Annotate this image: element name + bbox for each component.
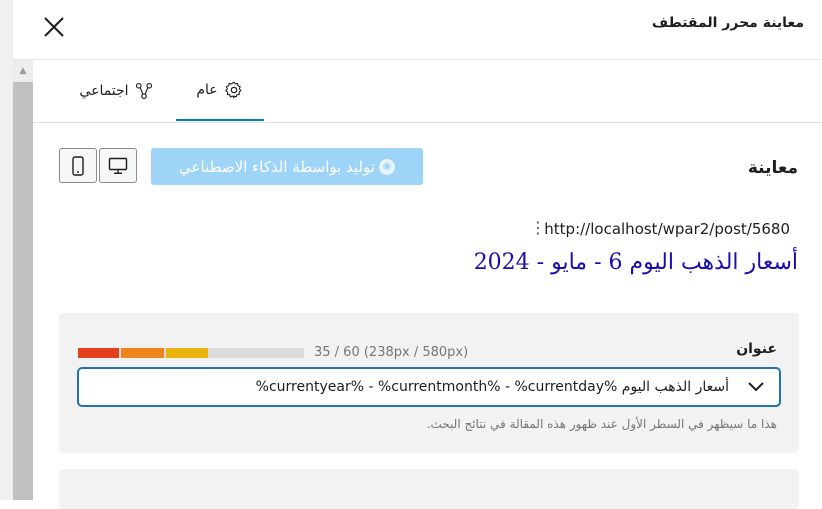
title-input-value: أسعار الذهب اليوم %currentyear% - %curre… bbox=[255, 379, 729, 395]
desktop-icon bbox=[108, 157, 128, 174]
mobile-preview-button[interactable] bbox=[59, 148, 97, 183]
gear-icon bbox=[224, 81, 242, 98]
variables-dropdown-button[interactable] bbox=[747, 379, 765, 395]
title-field-section: عنوان 35 / 60 (238px / 580px) أسعار الذه… bbox=[59, 313, 799, 453]
panel-title: معاينة محرر المقتطف bbox=[651, 15, 804, 31]
close-icon bbox=[44, 17, 64, 37]
title-help-text: هذا ما سيظهر في السطر الأول عند ظهور هذه… bbox=[426, 417, 777, 431]
title-length-counter: 35 / 60 (238px / 580px) bbox=[314, 345, 469, 360]
close-button[interactable] bbox=[39, 12, 69, 42]
meter-segment-orange bbox=[121, 348, 164, 358]
chevron-down-icon bbox=[748, 382, 764, 392]
tab-bar: عام اجتماعي bbox=[33, 60, 822, 123]
device-toggle bbox=[59, 148, 137, 183]
title-input[interactable]: أسعار الذهب اليوم %currentyear% - %curre… bbox=[77, 367, 781, 407]
ai-generate-button[interactable]: ◉ توليد بواسطة الذكاء الاصطناعي bbox=[151, 148, 423, 185]
tab-general[interactable]: عام bbox=[176, 60, 264, 121]
preview-url: http://localhost/wpar2/post/5680 bbox=[544, 220, 790, 238]
mobile-icon bbox=[72, 155, 84, 176]
ai-generate-label: توليد بواسطة الذكاء الاصطناعي bbox=[179, 157, 375, 176]
ai-icon: ◉ bbox=[378, 158, 395, 175]
scrollbar-thumb[interactable] bbox=[13, 82, 33, 500]
meter-segment-yellow bbox=[166, 348, 208, 358]
tab-social[interactable]: اجتماعي bbox=[71, 60, 161, 121]
scroll-up-icon[interactable]: ▲ bbox=[18, 66, 28, 76]
preview-title: أسعار الذهب اليوم 6 - مايو - 2024 bbox=[473, 250, 798, 275]
tab-social-label: اجتماعي bbox=[79, 82, 129, 99]
meter-segment-red bbox=[78, 348, 119, 358]
tab-general-label: عام bbox=[196, 81, 218, 98]
panel-header: معاينة محرر المقتطف bbox=[13, 0, 822, 60]
background-edge bbox=[0, 0, 13, 500]
share-icon bbox=[135, 82, 152, 99]
title-field-label: عنوان bbox=[736, 341, 777, 357]
title-length-meter bbox=[78, 348, 304, 358]
desktop-preview-button[interactable] bbox=[99, 148, 137, 183]
preview-heading: معاينة bbox=[747, 158, 798, 178]
description-field-section bbox=[59, 469, 799, 509]
